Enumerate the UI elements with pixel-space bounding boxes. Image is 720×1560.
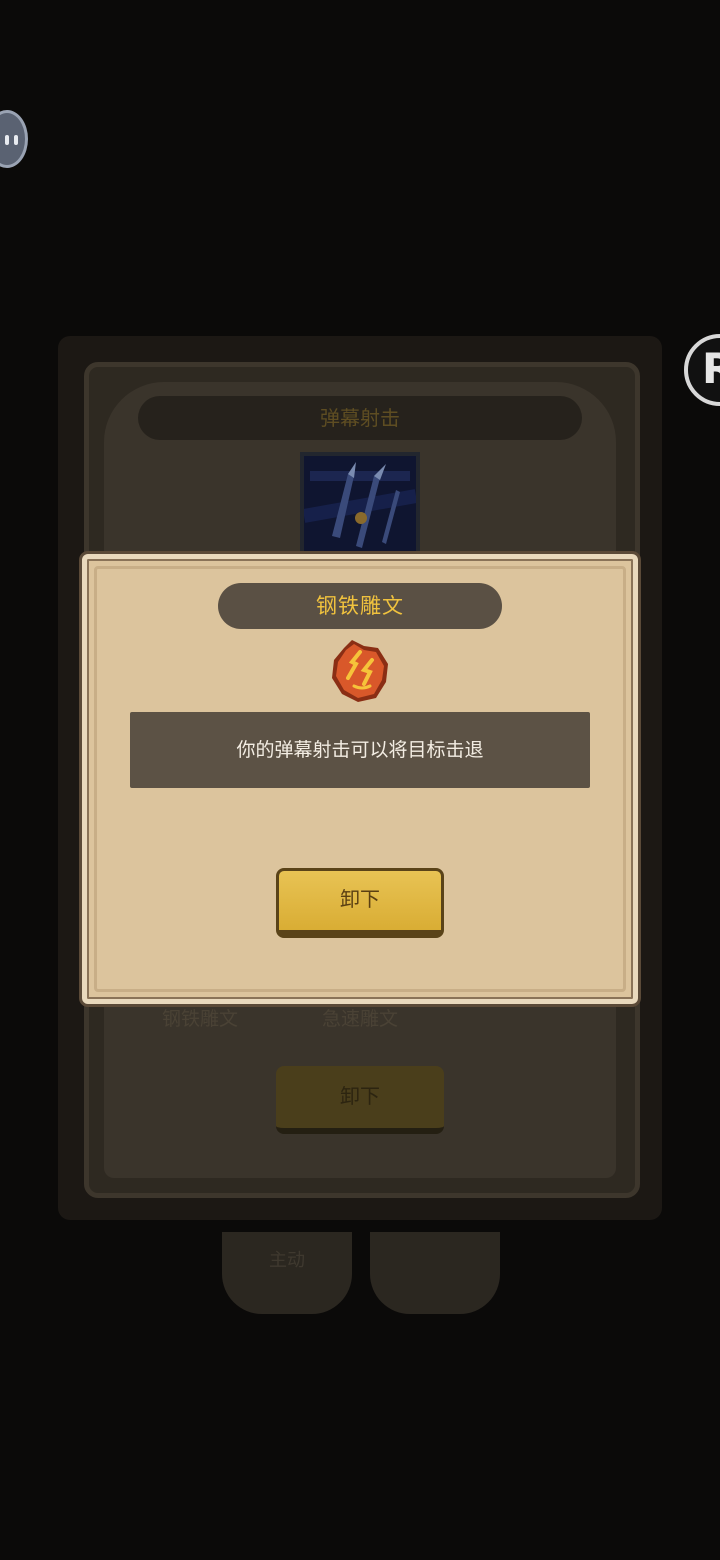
- rune-glyph-icon: [330, 638, 390, 704]
- glyph-description: 你的弹幕射击可以将目标击退: [236, 739, 484, 761]
- unequip-button[interactable]: 卸下: [276, 868, 444, 938]
- background-tab-label: 主动: [269, 1250, 305, 1271]
- background-unequip-button: 卸下: [276, 1066, 444, 1134]
- background-title: 弹幕射击: [320, 406, 400, 430]
- background-slot-label-1: 钢铁雕文: [161, 1008, 238, 1030]
- background-slot-label-2: 急速雕文: [321, 1008, 398, 1030]
- floating-assistant-icon[interactable]: [0, 110, 28, 168]
- eyes-icon: [5, 135, 19, 145]
- popup-title: 钢铁雕文: [316, 594, 404, 618]
- floating-r-button[interactable]: R: [684, 334, 720, 406]
- background-tab-2: [370, 1232, 500, 1314]
- skill-card-icon: [300, 452, 420, 556]
